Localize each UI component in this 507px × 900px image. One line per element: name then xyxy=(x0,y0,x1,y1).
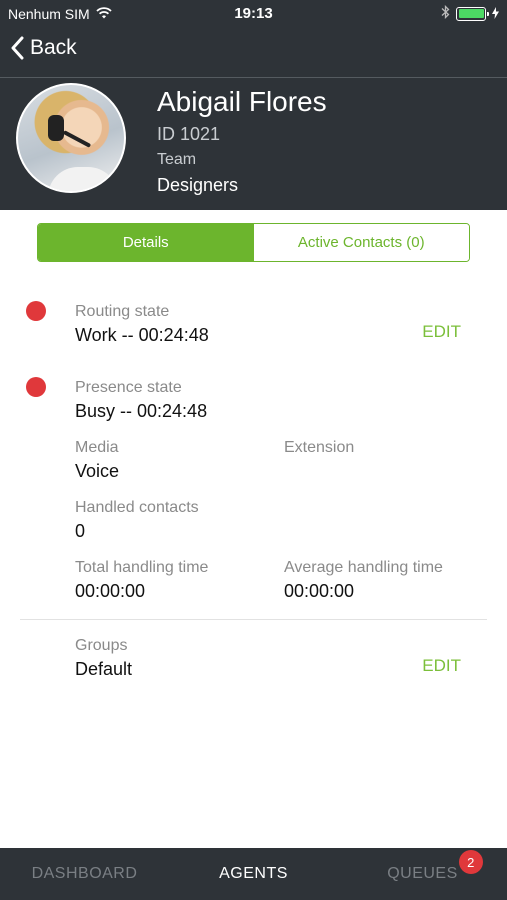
presence-status-dot xyxy=(26,377,46,397)
battery-icon xyxy=(456,6,489,21)
queues-badge: 2 xyxy=(459,850,483,874)
headset-shape xyxy=(48,115,64,141)
status-bar: Nenhum SIM 19:13 xyxy=(0,0,507,28)
segment-control: Details Active Contacts (0) xyxy=(37,223,470,262)
average-handling-time-label: Average handling time xyxy=(284,559,443,576)
tab-active-contacts[interactable]: Active Contacts (0) xyxy=(253,224,469,261)
routing-state-value: Work -- 00:24:48 xyxy=(75,325,209,345)
agent-id: ID 1021 xyxy=(157,124,221,144)
tab-queues[interactable]: QUEUES 2 xyxy=(338,848,507,900)
routing-status-dot xyxy=(26,301,46,321)
media-label: Media xyxy=(75,439,119,456)
handled-contacts-value: 0 xyxy=(75,521,86,541)
back-label: Back xyxy=(30,36,77,59)
tab-queues-label: QUEUES xyxy=(387,865,458,882)
tab-agents-label: AGENTS xyxy=(219,865,288,882)
status-right xyxy=(441,4,499,22)
bottom-tab-bar: DASHBOARD AGENTS QUEUES 2 xyxy=(0,848,507,900)
tab-dashboard[interactable]: DASHBOARD xyxy=(0,848,169,900)
groups-edit-button[interactable]: EDIT xyxy=(422,656,461,676)
media-value: Voice xyxy=(75,461,120,481)
agent-profile: Abigail Flores ID 1021 Team Designers xyxy=(0,78,507,210)
mic-shape xyxy=(62,130,92,148)
battery-fill xyxy=(458,9,484,18)
presence-state-value: Busy -- 00:24:48 xyxy=(75,401,208,421)
tab-agents[interactable]: AGENTS xyxy=(169,848,338,900)
routing-state-label: Routing state xyxy=(75,303,170,320)
header: Nenhum SIM 19:13 Back Abigail Flores ID … xyxy=(0,0,507,210)
navbar: Back xyxy=(0,28,507,78)
handled-contacts-label: Handled contacts xyxy=(75,499,199,516)
chevron-left-icon xyxy=(10,36,24,60)
team-value: Designers xyxy=(157,175,239,195)
agent-name: Abigail Flores xyxy=(157,86,327,117)
bluetooth-icon xyxy=(441,4,450,22)
status-time: 19:13 xyxy=(234,5,273,22)
routing-edit-button[interactable]: EDIT xyxy=(422,322,461,342)
tab-details[interactable]: Details xyxy=(38,224,254,261)
groups-label: Groups xyxy=(75,637,128,654)
tab-dashboard-label: DASHBOARD xyxy=(31,865,138,882)
back-button[interactable]: Back xyxy=(10,36,77,60)
groups-value: Default xyxy=(75,659,133,679)
shirt-shape xyxy=(48,167,118,191)
avatar xyxy=(16,83,126,193)
total-handling-time-label: Total handling time xyxy=(75,559,209,576)
extension-label: Extension xyxy=(284,439,355,456)
total-handling-time-value: 00:00:00 xyxy=(75,581,146,601)
presence-state-label: Presence state xyxy=(75,379,182,396)
divider xyxy=(20,619,487,620)
charging-icon xyxy=(492,6,499,22)
average-handling-time-value: 00:00:00 xyxy=(284,581,355,601)
team-label: Team xyxy=(157,151,197,168)
